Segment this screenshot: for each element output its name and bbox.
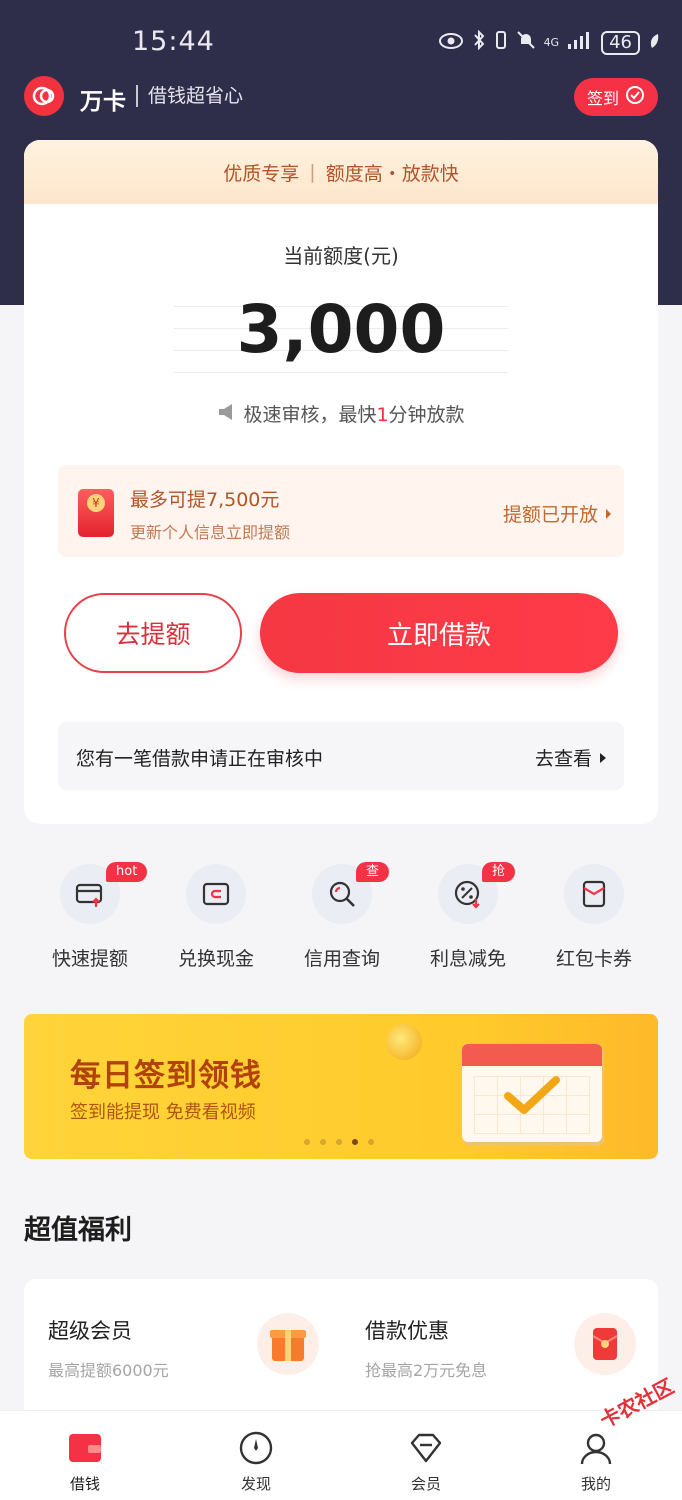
diamond-icon (409, 1431, 443, 1465)
tab-label: 我的 (580, 1475, 611, 1493)
shortcut-interest-waiver[interactable]: 抢 利息减免 (402, 862, 528, 972)
shortcut-badge: hot (106, 862, 148, 882)
bottom-tab-bar: 借钱 发现 会员 我的 (0, 1410, 682, 1500)
shortcut-label: 兑换现金 (177, 948, 254, 970)
welfare-card: 超级会员 最高提额6000元 借款优惠 抢最高2万元免息 (24, 1279, 658, 1419)
tip-highlight: 1 (376, 404, 389, 426)
caret-right-icon (598, 748, 608, 770)
shortcut-label: 利息减免 (429, 948, 506, 970)
welfare-subtitle: 抢最高2万元免息 (365, 1361, 488, 1380)
banner-pagination (304, 1139, 374, 1145)
eye-icon (438, 31, 464, 55)
checkin-button[interactable]: 签到 (574, 78, 658, 116)
shortcut-label: 信用查询 (303, 948, 380, 970)
borrow-now-button[interactable]: 立即借款 (260, 593, 618, 673)
welfare-title: 超级会员 (48, 1319, 132, 1343)
shortcut-quick-raise[interactable]: hot 快速提额 (24, 862, 150, 972)
tab-label: 借钱 (69, 1475, 100, 1493)
pagination-dot-active[interactable] (352, 1139, 358, 1145)
tab-label: 发现 (240, 1475, 271, 1493)
banner-left-text: 优质专享 (223, 162, 300, 185)
app-logo-icon (24, 76, 64, 116)
quota-tip: 极速审核，最快1分钟放款 (24, 400, 658, 427)
red-envelope-icon (78, 489, 114, 537)
banner-title: 每日签到领钱 (70, 1058, 262, 1094)
leaf-icon (648, 31, 660, 55)
battery-indicator: 46 (601, 30, 640, 55)
shortcut-red-envelope-coupon[interactable]: 红包卡券 (528, 862, 654, 972)
tab-member[interactable]: 会员 (366, 1411, 486, 1500)
shortcut-badge: 抢 (482, 862, 516, 882)
raise-limit-promo[interactable]: 最多可提7,500元 更新个人信息立即提额 提额已开放 (58, 465, 624, 557)
vibrate-icon (494, 30, 508, 55)
red-packet-icon (574, 1313, 636, 1375)
tip-text-before: 极速审核，最快 (243, 404, 377, 426)
pagination-dot[interactable] (368, 1139, 374, 1145)
tab-discover[interactable]: 发现 (196, 1411, 316, 1500)
tab-mine[interactable]: 我的 (536, 1411, 656, 1500)
compass-icon (239, 1431, 273, 1465)
welfare-super-member[interactable]: 超级会员 最高提额6000元 (24, 1279, 341, 1419)
pagination-dot[interactable] (336, 1139, 342, 1145)
shortcut-badge: 查 (356, 862, 390, 882)
banner-subtitle: 签到能提现 免费看视频 (70, 1102, 256, 1123)
banner-right-text: 额度高・放款快 (325, 162, 459, 185)
status-bar: 15:44 4G 46 (0, 0, 682, 70)
promo-action-label: 提额已开放 (502, 504, 598, 526)
wallet-tab-icon (68, 1431, 102, 1465)
tab-label: 会员 (410, 1475, 441, 1493)
review-text: 您有一笔借款申请正在审核中 (76, 748, 324, 770)
envelope-coupon-icon (564, 864, 624, 924)
banner-separator: | (309, 161, 316, 183)
shortcut-label: 快速提额 (51, 948, 128, 970)
gift-box-icon (257, 1313, 319, 1375)
check-circle-icon (625, 85, 645, 109)
promo-title: 最多可提7,500元 (130, 489, 280, 511)
megaphone-icon (217, 403, 237, 426)
calendar-check-icon (462, 1044, 602, 1142)
daily-checkin-banner[interactable]: 每日签到领钱 签到能提现 免费看视频 (24, 1014, 658, 1159)
credit-card-panel: 优质专享 | 额度高・放款快 当前额度(元) 3,000 极速审核，最快1分钟放… (24, 140, 658, 824)
review-link-label: 去查看 (534, 748, 592, 770)
section-title: 超值福利 (24, 1215, 132, 1246)
network-label: 4G (543, 36, 560, 49)
coin-icon (386, 1024, 422, 1060)
bluetooth-icon (472, 29, 486, 55)
signal-icon (567, 30, 593, 55)
review-link[interactable]: 去查看 (535, 744, 608, 771)
quota-label: 当前额度(元) (283, 244, 399, 268)
welfare-subtitle: 最高提额6000元 (48, 1361, 169, 1380)
mute-bell-icon (516, 30, 536, 55)
brand-name: 万卡 (80, 89, 126, 115)
shortcut-label: 红包卡券 (555, 948, 632, 970)
chevron-right-icon (604, 504, 614, 526)
promo-action[interactable]: 提额已开放 (503, 500, 614, 527)
status-icons: 4G 46 (438, 29, 660, 55)
status-time: 15:44 (132, 26, 215, 57)
card-banner: 优质专享 | 额度高・放款快 (24, 140, 658, 204)
user-icon (579, 1431, 613, 1465)
quota-amount: 3,000 (174, 285, 508, 375)
shortcut-exchange-cash[interactable]: 兑换现金 (150, 862, 276, 972)
loan-review-notice[interactable]: 您有一笔借款申请正在审核中 去查看 (58, 722, 624, 790)
promo-subtitle: 更新个人信息立即提额 (130, 523, 291, 542)
raise-limit-button[interactable]: 去提额 (64, 593, 242, 673)
shortcut-credit-query[interactable]: 查 信用查询 (276, 862, 402, 972)
pagination-dot[interactable] (304, 1139, 310, 1145)
shortcut-grid: hot 快速提额 兑换现金 查 信用查询 抢 利息减免 红包卡券 (24, 862, 658, 972)
tip-text-after: 分钟放款 (388, 404, 465, 426)
tab-borrow[interactable]: 借钱 (25, 1411, 145, 1500)
app-bar: 万卡 借钱超省心 签到 (0, 72, 682, 122)
brand-slogan: 借钱超省心 (136, 85, 243, 107)
welfare-title: 借款优惠 (365, 1319, 449, 1343)
wallet-icon (186, 864, 246, 924)
checkin-label: 签到 (586, 89, 619, 108)
pagination-dot[interactable] (320, 1139, 326, 1145)
